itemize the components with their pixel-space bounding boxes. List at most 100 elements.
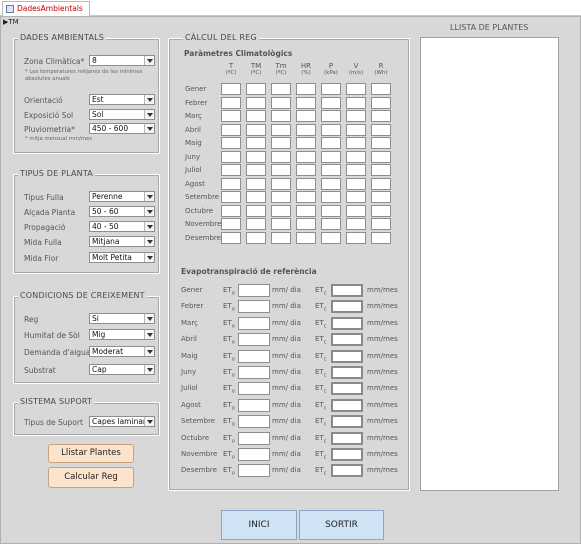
param-cell[interactable] xyxy=(296,231,316,244)
param-cell[interactable] xyxy=(246,177,266,190)
param-cell[interactable] xyxy=(271,137,291,149)
creixement-combo[interactable]: Si xyxy=(89,313,155,324)
eto-field[interactable] xyxy=(238,431,270,445)
param-cell[interactable] xyxy=(321,164,341,176)
param-cell[interactable] xyxy=(346,137,366,149)
param-cell[interactable] xyxy=(221,137,241,149)
sortir-button[interactable]: SORTIR xyxy=(299,510,384,540)
llista-plantes-listbox[interactable] xyxy=(420,37,559,491)
etc-field[interactable] xyxy=(331,398,363,412)
record-selector[interactable]: ▶TM xyxy=(3,18,19,26)
eto-field[interactable] xyxy=(238,349,270,363)
orientacio-combo[interactable]: Est xyxy=(89,94,155,105)
chevron-down-icon[interactable] xyxy=(144,95,154,104)
planta-combo[interactable]: Mitjana xyxy=(89,236,155,247)
pluviometria-combo[interactable]: 450 - 600 xyxy=(89,123,155,134)
etc-field[interactable] xyxy=(331,300,363,314)
param-cell[interactable] xyxy=(321,218,341,230)
param-cell[interactable] xyxy=(346,177,366,190)
param-cell[interactable] xyxy=(371,191,391,203)
param-cell[interactable] xyxy=(296,150,316,163)
etc-field[interactable] xyxy=(331,349,363,363)
exposicio-combo[interactable]: Sol xyxy=(89,109,155,120)
etc-field[interactable] xyxy=(331,284,363,297)
etc-field[interactable] xyxy=(331,464,363,478)
param-cell[interactable] xyxy=(371,123,391,136)
etc-field[interactable] xyxy=(331,415,363,429)
param-cell[interactable] xyxy=(346,218,366,230)
param-cell[interactable] xyxy=(246,123,266,136)
param-cell[interactable] xyxy=(221,110,241,122)
param-cell[interactable] xyxy=(346,164,366,176)
param-cell[interactable] xyxy=(221,96,241,109)
param-cell[interactable] xyxy=(321,150,341,163)
param-cell[interactable] xyxy=(246,231,266,244)
param-cell[interactable] xyxy=(346,204,366,217)
param-cell[interactable] xyxy=(296,110,316,122)
llistar-plantes-button[interactable]: Llistar Plantes xyxy=(48,444,134,463)
param-cell[interactable] xyxy=(271,83,291,95)
param-cell[interactable] xyxy=(246,137,266,149)
param-cell[interactable] xyxy=(246,191,266,203)
param-cell[interactable] xyxy=(246,83,266,95)
param-cell[interactable] xyxy=(271,150,291,163)
chevron-down-icon[interactable] xyxy=(144,110,154,119)
tipus-suport-combo[interactable]: Capes laminars xyxy=(89,416,155,427)
param-cell[interactable] xyxy=(371,110,391,122)
param-cell[interactable] xyxy=(271,96,291,109)
param-cell[interactable] xyxy=(321,83,341,95)
param-cell[interactable] xyxy=(346,191,366,203)
param-cell[interactable] xyxy=(221,83,241,95)
chevron-down-icon[interactable] xyxy=(144,253,154,262)
planta-combo[interactable]: Molt Petita xyxy=(89,252,155,263)
param-cell[interactable] xyxy=(296,218,316,230)
param-cell[interactable] xyxy=(221,150,241,163)
param-cell[interactable] xyxy=(271,123,291,136)
param-cell[interactable] xyxy=(221,231,241,244)
chevron-down-icon[interactable] xyxy=(144,365,154,374)
eto-field[interactable] xyxy=(238,316,270,330)
zona-climatica-combo[interactable]: 8 xyxy=(89,55,155,66)
param-cell[interactable] xyxy=(371,218,391,230)
param-cell[interactable] xyxy=(296,123,316,136)
param-cell[interactable] xyxy=(221,177,241,190)
eto-field[interactable] xyxy=(238,366,270,379)
eto-field[interactable] xyxy=(238,333,270,347)
param-cell[interactable] xyxy=(346,150,366,163)
etc-field[interactable] xyxy=(331,366,363,379)
param-cell[interactable] xyxy=(346,83,366,95)
etc-field[interactable] xyxy=(331,316,363,330)
calcular-reg-button[interactable]: Calcular Reg xyxy=(48,467,134,488)
param-cell[interactable] xyxy=(371,204,391,217)
param-cell[interactable] xyxy=(271,110,291,122)
param-cell[interactable] xyxy=(221,164,241,176)
tab-dadesambientals[interactable]: DadesAmbientals xyxy=(2,1,90,16)
param-cell[interactable] xyxy=(246,204,266,217)
param-cell[interactable] xyxy=(346,123,366,136)
param-cell[interactable] xyxy=(221,218,241,230)
planta-combo[interactable]: 50 - 60 xyxy=(89,206,155,217)
param-cell[interactable] xyxy=(371,137,391,149)
etc-field[interactable] xyxy=(331,431,363,445)
eto-field[interactable] xyxy=(238,415,270,429)
planta-combo[interactable]: Perenne xyxy=(89,191,155,202)
creixement-combo[interactable]: Mig xyxy=(89,329,155,340)
param-cell[interactable] xyxy=(296,83,316,95)
eto-field[interactable] xyxy=(238,398,270,412)
param-cell[interactable] xyxy=(271,231,291,244)
creixement-combo[interactable]: Moderat xyxy=(89,346,155,357)
param-cell[interactable] xyxy=(246,150,266,163)
param-cell[interactable] xyxy=(371,150,391,163)
param-cell[interactable] xyxy=(321,123,341,136)
param-cell[interactable] xyxy=(246,110,266,122)
param-cell[interactable] xyxy=(346,231,366,244)
param-cell[interactable] xyxy=(321,96,341,109)
param-cell[interactable] xyxy=(221,204,241,217)
eto-field[interactable] xyxy=(238,382,270,396)
eto-field[interactable] xyxy=(238,284,270,297)
param-cell[interactable] xyxy=(296,204,316,217)
param-cell[interactable] xyxy=(271,218,291,230)
param-cell[interactable] xyxy=(371,164,391,176)
chevron-down-icon[interactable] xyxy=(144,237,154,246)
creixement-combo[interactable]: Cap xyxy=(89,364,155,375)
